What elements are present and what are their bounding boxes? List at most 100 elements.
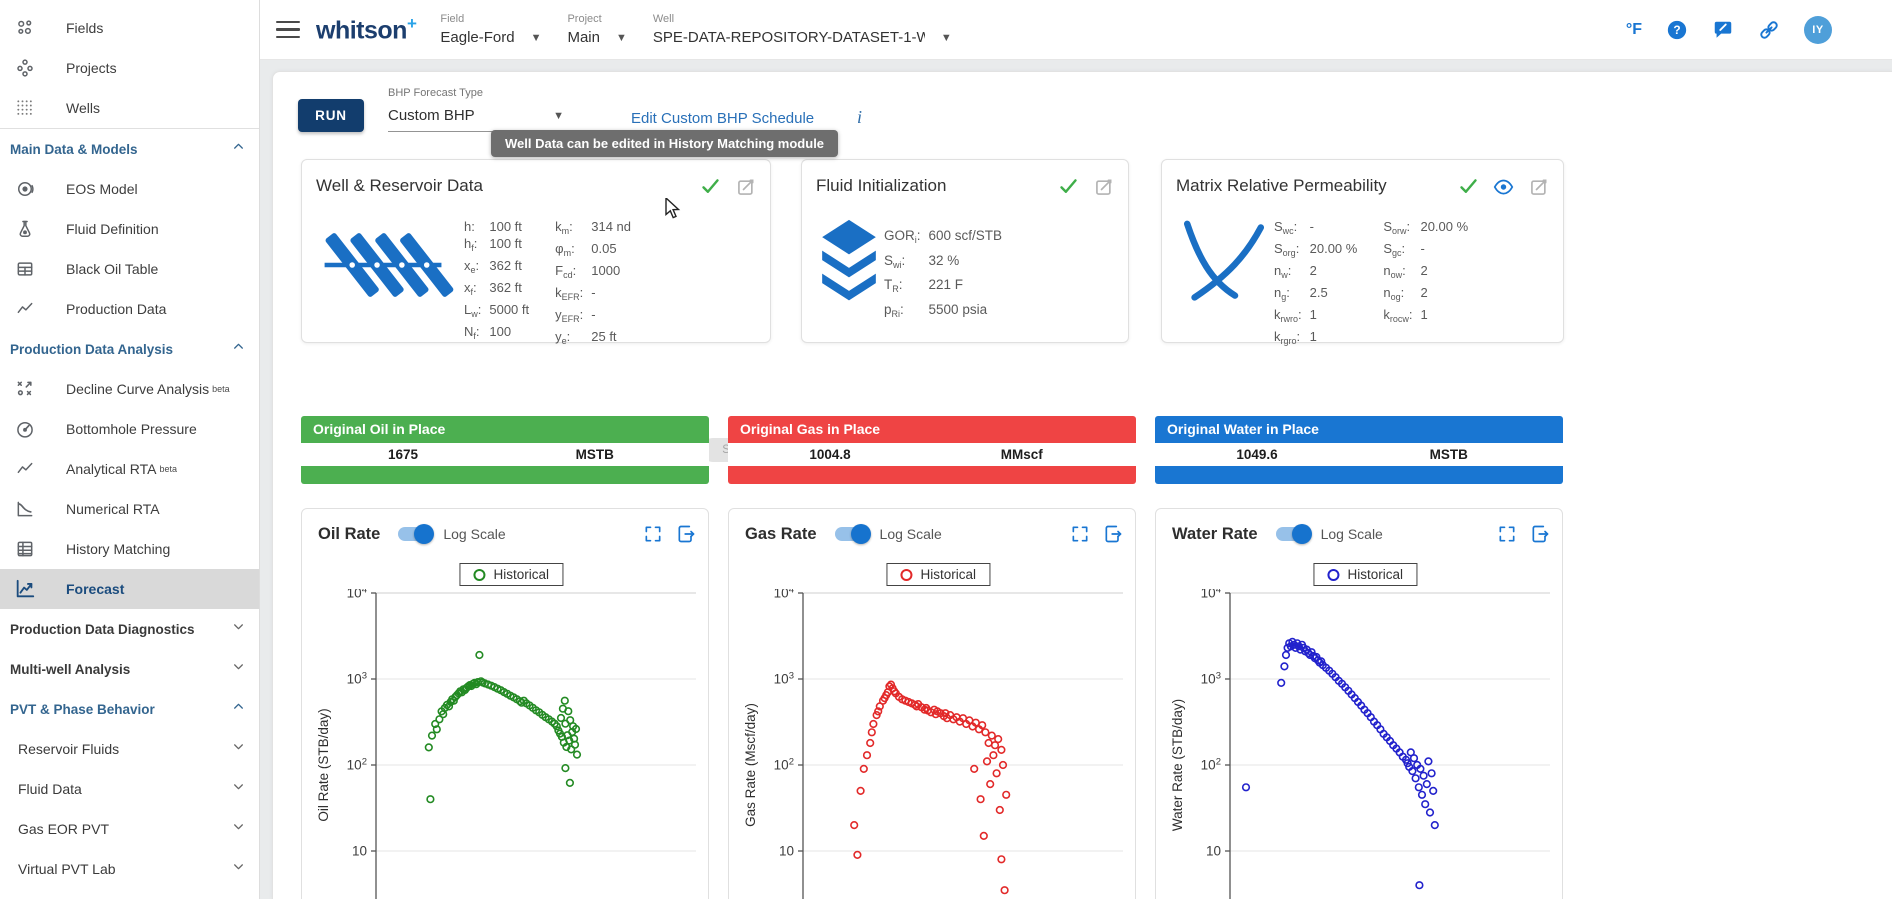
log-scale-toggle[interactable] bbox=[398, 524, 435, 544]
log-scale-toggle[interactable] bbox=[1275, 524, 1312, 544]
sidebar-item-wells[interactable]: Wells bbox=[0, 88, 259, 128]
chart-title: Water Rate bbox=[1172, 524, 1258, 543]
expand-chart-icon[interactable] bbox=[643, 524, 663, 544]
sidebar-item-numerical-rta[interactable]: Numerical RTA bbox=[0, 489, 259, 529]
bhp-forecast-type-select[interactable]: BHP Forecast Type Custom BHP ▼ bbox=[388, 87, 564, 132]
legend-marker bbox=[900, 568, 913, 581]
chart-legend[interactable]: Historical bbox=[886, 563, 990, 586]
content-panel: RUN BHP Forecast Type Custom BHP ▼ Edit … bbox=[272, 71, 1892, 899]
sidebar-item-fluid-definition[interactable]: Fluid Definition bbox=[0, 209, 259, 249]
sidebar-item-analytical-rta[interactable]: Analytical RTA beta bbox=[0, 449, 259, 489]
forecast-icon bbox=[14, 578, 36, 600]
log-scale-toggle[interactable] bbox=[834, 524, 871, 544]
param-value: 100 ft bbox=[489, 236, 522, 251]
param-label: kEFR: bbox=[555, 285, 584, 302]
check-icon bbox=[1058, 176, 1079, 197]
sidebar-item-fluid-data[interactable]: Fluid Data bbox=[0, 769, 259, 809]
dca-icon bbox=[14, 378, 36, 400]
sidebar-item-black-oil-table[interactable]: Black Oil Table bbox=[0, 249, 259, 289]
sidebar-item-gas-eor-pvt[interactable]: Gas EOR PVT bbox=[0, 809, 259, 849]
sidebar-item-label: History Matching bbox=[66, 541, 171, 557]
chevron-down-icon: ▼ bbox=[940, 31, 952, 44]
banner-original-oil-in-place: Original Oil in Place 1675 MSTB bbox=[301, 416, 709, 484]
wells-icon bbox=[14, 97, 36, 119]
project-selector[interactable]: Project Main ▼ bbox=[567, 13, 626, 46]
sidebar-item-forecast[interactable]: Forecast bbox=[0, 569, 259, 609]
sidebar-item-virtual-pvt-lab[interactable]: Virtual PVT Lab bbox=[0, 849, 259, 889]
top-header: whitson+ Field Eagle-Ford ▼ Project Main ▼ Wel… bbox=[260, 0, 1892, 60]
export-chart-icon[interactable] bbox=[676, 524, 696, 544]
sidebar-item-eos-model[interactable]: EOS Model bbox=[0, 169, 259, 209]
run-button[interactable]: RUN bbox=[298, 99, 364, 132]
param-label: Sgc: bbox=[1383, 241, 1406, 258]
edit-icon[interactable] bbox=[1528, 176, 1549, 197]
sidebar-item-fields[interactable]: Fields bbox=[0, 8, 259, 48]
temperature-unit-toggle[interactable]: °F bbox=[1626, 21, 1642, 39]
sidebar-section-multi-well-analysis[interactable]: Multi-well Analysis bbox=[0, 649, 259, 689]
expand-chart-icon[interactable] bbox=[1070, 524, 1090, 544]
sidebar-item-label: Virtual PVT Lab bbox=[18, 861, 116, 877]
chart-header: Gas Rate Log Scale bbox=[745, 521, 1123, 547]
chart-title: Oil Rate bbox=[318, 524, 381, 543]
avatar[interactable]: IY bbox=[1804, 15, 1832, 44]
sidebar-item-label: EOS Model bbox=[66, 181, 138, 197]
logo-text: whitson bbox=[316, 16, 407, 45]
banner-value: 1675 bbox=[387, 447, 419, 462]
feedback-icon[interactable] bbox=[1712, 19, 1734, 41]
link-icon[interactable] bbox=[1758, 19, 1780, 41]
menu-icon[interactable] bbox=[276, 20, 300, 39]
info-icon[interactable]: i bbox=[857, 107, 862, 128]
param-value: - bbox=[591, 307, 596, 322]
chart-legend[interactable]: Historical bbox=[1313, 563, 1417, 586]
sidebar-item-history-matching[interactable]: History Matching bbox=[0, 529, 259, 569]
chart-panel-oil-rate: Oil Rate Log Scale Historical 104 103 102 10 Oi… bbox=[301, 508, 709, 899]
banner-title: Original Water in Place bbox=[1155, 416, 1563, 443]
param-label: km: bbox=[555, 219, 573, 236]
export-chart-icon[interactable] bbox=[1530, 524, 1550, 544]
svg-text:102: 102 bbox=[347, 757, 367, 773]
sidebar-section-production-data-analysis[interactable]: Production Data Analysis bbox=[0, 329, 259, 369]
edit-icon[interactable] bbox=[735, 176, 756, 197]
card-status-icons bbox=[1458, 176, 1549, 197]
sidebar-item-projects[interactable]: Projects bbox=[0, 48, 259, 88]
svg-text:Oil Rate (STB/day): Oil Rate (STB/day) bbox=[316, 708, 331, 821]
edit-custom-bhp-link[interactable]: Edit Custom BHP Schedule bbox=[631, 110, 814, 127]
svg-text:103: 103 bbox=[1201, 671, 1221, 687]
sidebar-item-bottomhole-pressure[interactable]: Bottomhole Pressure bbox=[0, 409, 259, 449]
chart-legend[interactable]: Historical bbox=[459, 563, 563, 586]
banner-footer bbox=[728, 466, 1136, 484]
chevron-up-icon bbox=[232, 340, 245, 358]
export-chart-icon[interactable] bbox=[1103, 524, 1123, 544]
well-selector[interactable]: Well SPE-DATA-REPOSITORY-DATASET-1-WELL-1… bbox=[653, 13, 952, 46]
sidebar-item-label: Wells bbox=[66, 100, 100, 116]
table-chart-icon bbox=[14, 538, 36, 560]
expand-chart-icon[interactable] bbox=[1497, 524, 1517, 544]
banner-footer bbox=[301, 466, 709, 484]
chevron-down-icon bbox=[232, 740, 245, 758]
sidebar-item-reservoir-fluids[interactable]: Reservoir Fluids bbox=[0, 729, 259, 769]
sidebar-section-pvt-phase-behavior[interactable]: PVT & Phase Behavior bbox=[0, 689, 259, 729]
edit-icon[interactable] bbox=[1093, 176, 1114, 197]
sidebar-item-label: Bottomhole Pressure bbox=[66, 421, 197, 437]
help-icon[interactable]: ? bbox=[1666, 19, 1688, 41]
sidebar-item-production-data[interactable]: Production Data bbox=[0, 289, 259, 329]
check-icon bbox=[700, 176, 721, 197]
selector-label: Field bbox=[440, 13, 465, 25]
param-value: 5500 psia bbox=[928, 301, 988, 317]
banner-original-water-in-place: Original Water in Place 1049.6 MSTB bbox=[1155, 416, 1563, 484]
param-value: 2.5 bbox=[1309, 285, 1328, 300]
field-selector[interactable]: Field Eagle-Ford ▼ bbox=[440, 13, 541, 46]
sidebar-section-main-data-models[interactable]: Main Data & Models bbox=[0, 129, 259, 169]
param-value: 314 nd bbox=[591, 219, 632, 234]
sidebar-item-label: Reservoir Fluids bbox=[18, 741, 120, 757]
banner-value: 1049.6 bbox=[1236, 447, 1278, 462]
param-value: 100 bbox=[489, 324, 512, 339]
svg-text:104: 104 bbox=[1201, 589, 1221, 601]
sidebar-item-decline-curve-analysis[interactable]: Decline Curve Analysis beta bbox=[0, 369, 259, 409]
param-column: GORi: 600 scf/STB Swi: 32 % TR: 221 F pRi: 5500… bbox=[884, 226, 1002, 324]
banner-title: Original Gas in Place bbox=[728, 416, 1136, 443]
eye-icon[interactable] bbox=[1493, 176, 1514, 197]
param-value: 362 ft bbox=[489, 280, 522, 295]
sidebar-section-production-data-diagnostics[interactable]: Production Data Diagnostics bbox=[0, 609, 259, 649]
chevron-down-icon: ▼ bbox=[530, 31, 542, 44]
